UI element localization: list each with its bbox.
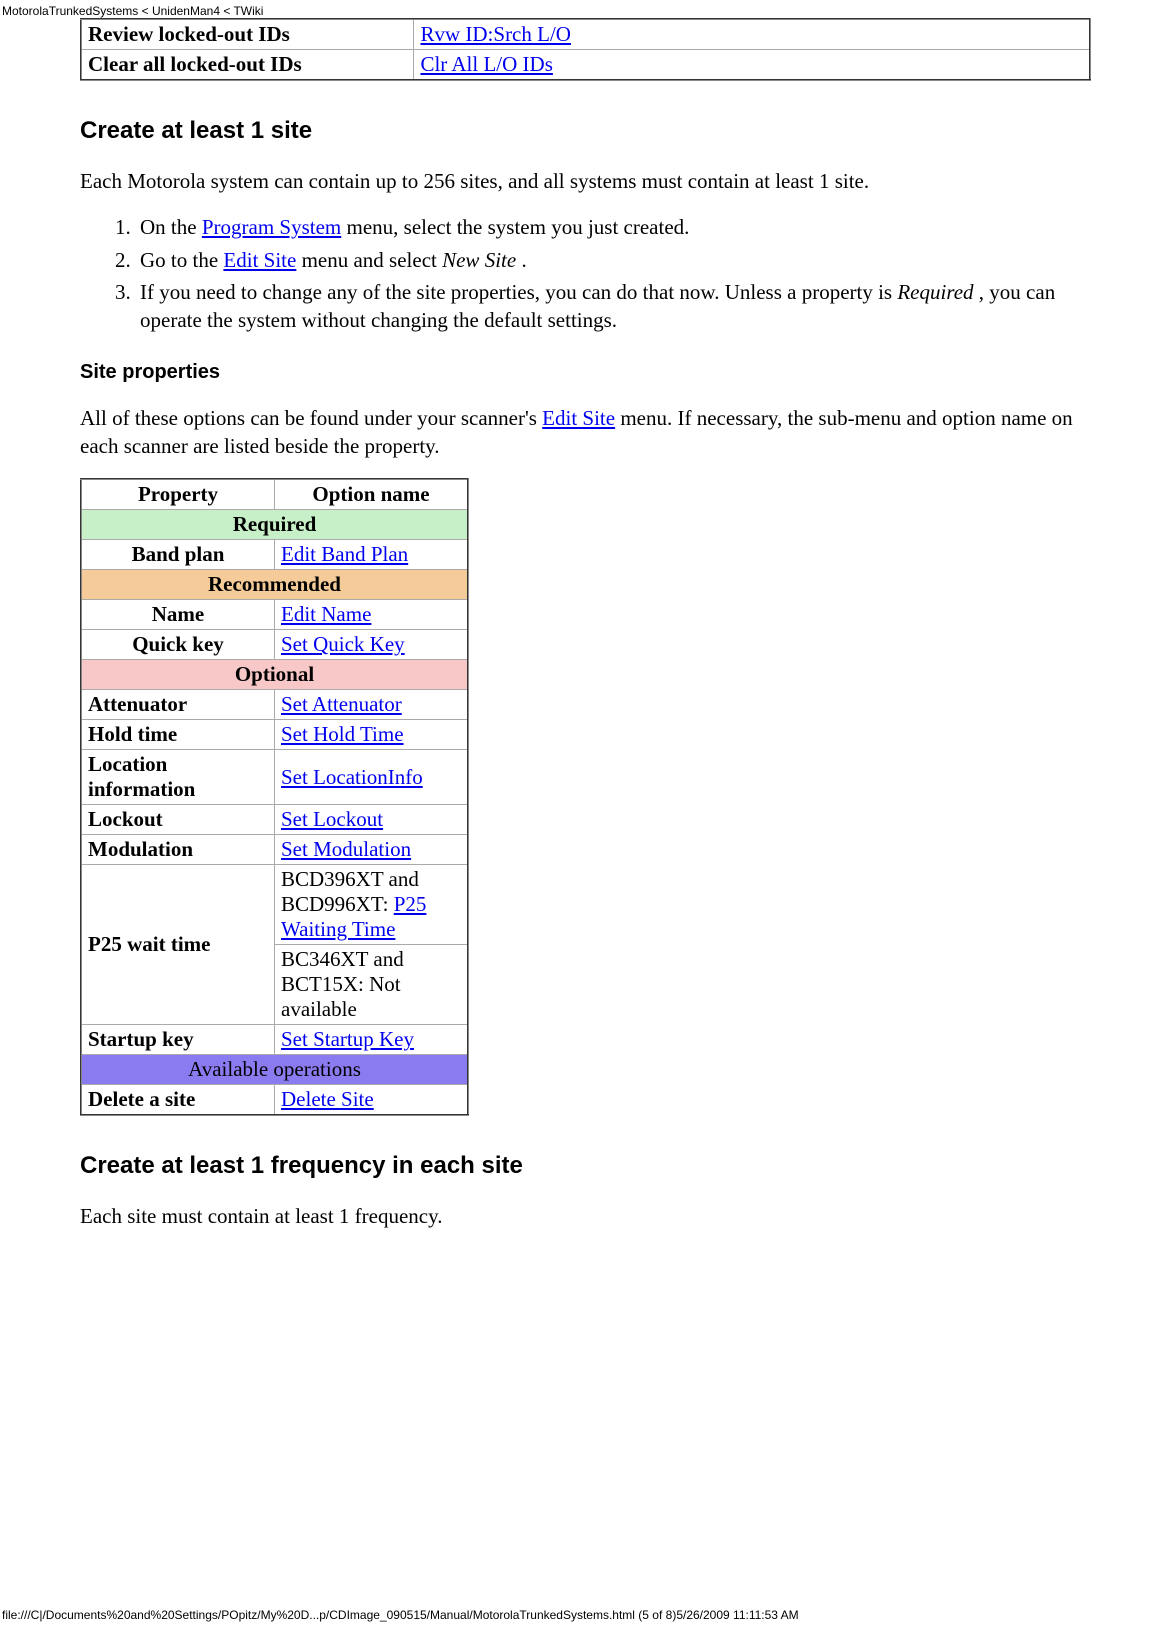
prop-label: Band plan [81, 540, 275, 570]
delete-site-link[interactable]: Delete Site [281, 1087, 374, 1111]
prop-value: Set Startup Key [275, 1025, 469, 1055]
create-site-intro: Each Motorola system can contain up to 2… [80, 167, 1091, 195]
site-properties-table: Property Option name Required Band plan … [80, 478, 469, 1116]
table-row: Clear all locked-out IDs Clr All L/O IDs [81, 50, 1090, 81]
table-row: Review locked-out IDs Rvw ID:Srch L/O [81, 19, 1090, 50]
prop-value: Edit Band Plan [275, 540, 469, 570]
table-row: Delete a site Delete Site [81, 1085, 468, 1116]
heading-create-frequency: Create at least 1 frequency in each site [80, 1152, 1091, 1180]
list-item: Go to the Edit Site menu and select New … [136, 246, 1091, 274]
prop-label: Attenuator [81, 690, 275, 720]
section-label: Available operations [81, 1055, 468, 1085]
table-row: Startup key Set Startup Key [81, 1025, 468, 1055]
text: . [521, 248, 526, 272]
text: Go to the [140, 248, 223, 272]
prop-label: Startup key [81, 1025, 275, 1055]
edit-band-plan-link[interactable]: Edit Band Plan [281, 542, 408, 566]
prop-value: Delete Site [275, 1085, 469, 1116]
locked-out-table: Review locked-out IDs Rvw ID:Srch L/O Cl… [80, 18, 1091, 81]
emphasis: New Site [442, 248, 521, 272]
prop-value: Edit Name [275, 600, 469, 630]
breadcrumb: MotorolaTrunkedSystems < UnidenMan4 < TW… [2, 4, 263, 18]
col-property: Property [81, 479, 275, 510]
prop-label: Delete a site [81, 1085, 275, 1116]
prop-value: Set LocationInfo [275, 750, 469, 805]
set-hold-time-link[interactable]: Set Hold Time [281, 722, 404, 746]
prop-value: Set Hold Time [275, 720, 469, 750]
table-row: Location information Set LocationInfo [81, 750, 468, 805]
set-attenuator-link[interactable]: Set Attenuator [281, 692, 402, 716]
prop-value: BC346XT and BCT15X: Not available [275, 945, 469, 1025]
text: menu and select [296, 248, 442, 272]
rvw-id-link[interactable]: Rvw ID:Srch L/O [420, 22, 571, 46]
edit-name-link[interactable]: Edit Name [281, 602, 371, 626]
create-site-steps: On the Program System menu, select the s… [80, 213, 1091, 334]
footer-path: file:///C|/Documents%20and%20Settings/PO… [2, 1608, 799, 1622]
text: menu, select the system you just created… [341, 215, 689, 239]
edit-site-link[interactable]: Edit Site [223, 248, 296, 272]
table-row: Name Edit Name [81, 600, 468, 630]
prop-value: Set Lockout [275, 805, 469, 835]
row-label: Review locked-out IDs [81, 19, 414, 50]
create-frequency-intro: Each site must contain at least 1 freque… [80, 1202, 1091, 1230]
section-label: Required [81, 510, 468, 540]
prop-label: Hold time [81, 720, 275, 750]
site-properties-intro: All of these options can be found under … [80, 404, 1091, 461]
col-option-name: Option name [275, 479, 469, 510]
prop-value: Set Attenuator [275, 690, 469, 720]
table-row: Attenuator Set Attenuator [81, 690, 468, 720]
section-recommended: Recommended [81, 570, 468, 600]
prop-label: Name [81, 600, 275, 630]
prop-value: Set Modulation [275, 835, 469, 865]
page-content: Review locked-out IDs Rvw ID:Srch L/O Cl… [0, 18, 1171, 1309]
set-lockout-link[interactable]: Set Lockout [281, 807, 383, 831]
set-startup-key-link[interactable]: Set Startup Key [281, 1027, 414, 1051]
section-available-operations: Available operations [81, 1055, 468, 1085]
table-row: Hold time Set Hold Time [81, 720, 468, 750]
prop-label: Lockout [81, 805, 275, 835]
table-row: Quick key Set Quick Key [81, 630, 468, 660]
page-footer: file:///C|/Documents%20and%20Settings/PO… [2, 1608, 1169, 1622]
text: If you need to change any of the site pr… [140, 280, 897, 304]
clr-all-link[interactable]: Clr All L/O IDs [420, 52, 552, 76]
set-locationinfo-link[interactable]: Set LocationInfo [281, 765, 423, 789]
prop-label: Quick key [81, 630, 275, 660]
table-header-row: Property Option name [81, 479, 468, 510]
row-value: Clr All L/O IDs [414, 50, 1090, 81]
prop-value: BCD396XT and BCD996XT: P25 Waiting Time [275, 865, 469, 945]
prop-label: Modulation [81, 835, 275, 865]
section-required: Required [81, 510, 468, 540]
table-row: P25 wait time BCD396XT and BCD996XT: P25… [81, 865, 468, 945]
set-modulation-link[interactable]: Set Modulation [281, 837, 411, 861]
section-label: Optional [81, 660, 468, 690]
heading-create-site: Create at least 1 site [80, 117, 1091, 145]
text: All of these options can be found under … [80, 406, 542, 430]
table-row: Lockout Set Lockout [81, 805, 468, 835]
row-label: Clear all locked-out IDs [81, 50, 414, 81]
prop-value: Set Quick Key [275, 630, 469, 660]
list-item: On the Program System menu, select the s… [136, 213, 1091, 241]
edit-site-link[interactable]: Edit Site [542, 406, 615, 430]
emphasis: Required [897, 280, 978, 304]
list-item: If you need to change any of the site pr… [136, 278, 1091, 335]
page-header: MotorolaTrunkedSystems < UnidenMan4 < TW… [0, 0, 1171, 18]
table-row: Modulation Set Modulation [81, 835, 468, 865]
prop-label: P25 wait time [81, 865, 275, 1025]
prop-label: Location information [81, 750, 275, 805]
program-system-link[interactable]: Program System [202, 215, 341, 239]
table-row: Band plan Edit Band Plan [81, 540, 468, 570]
section-label: Recommended [81, 570, 468, 600]
section-optional: Optional [81, 660, 468, 690]
text: On the [140, 215, 202, 239]
heading-site-properties: Site properties [80, 361, 1091, 384]
row-value: Rvw ID:Srch L/O [414, 19, 1090, 50]
set-quick-key-link[interactable]: Set Quick Key [281, 632, 405, 656]
